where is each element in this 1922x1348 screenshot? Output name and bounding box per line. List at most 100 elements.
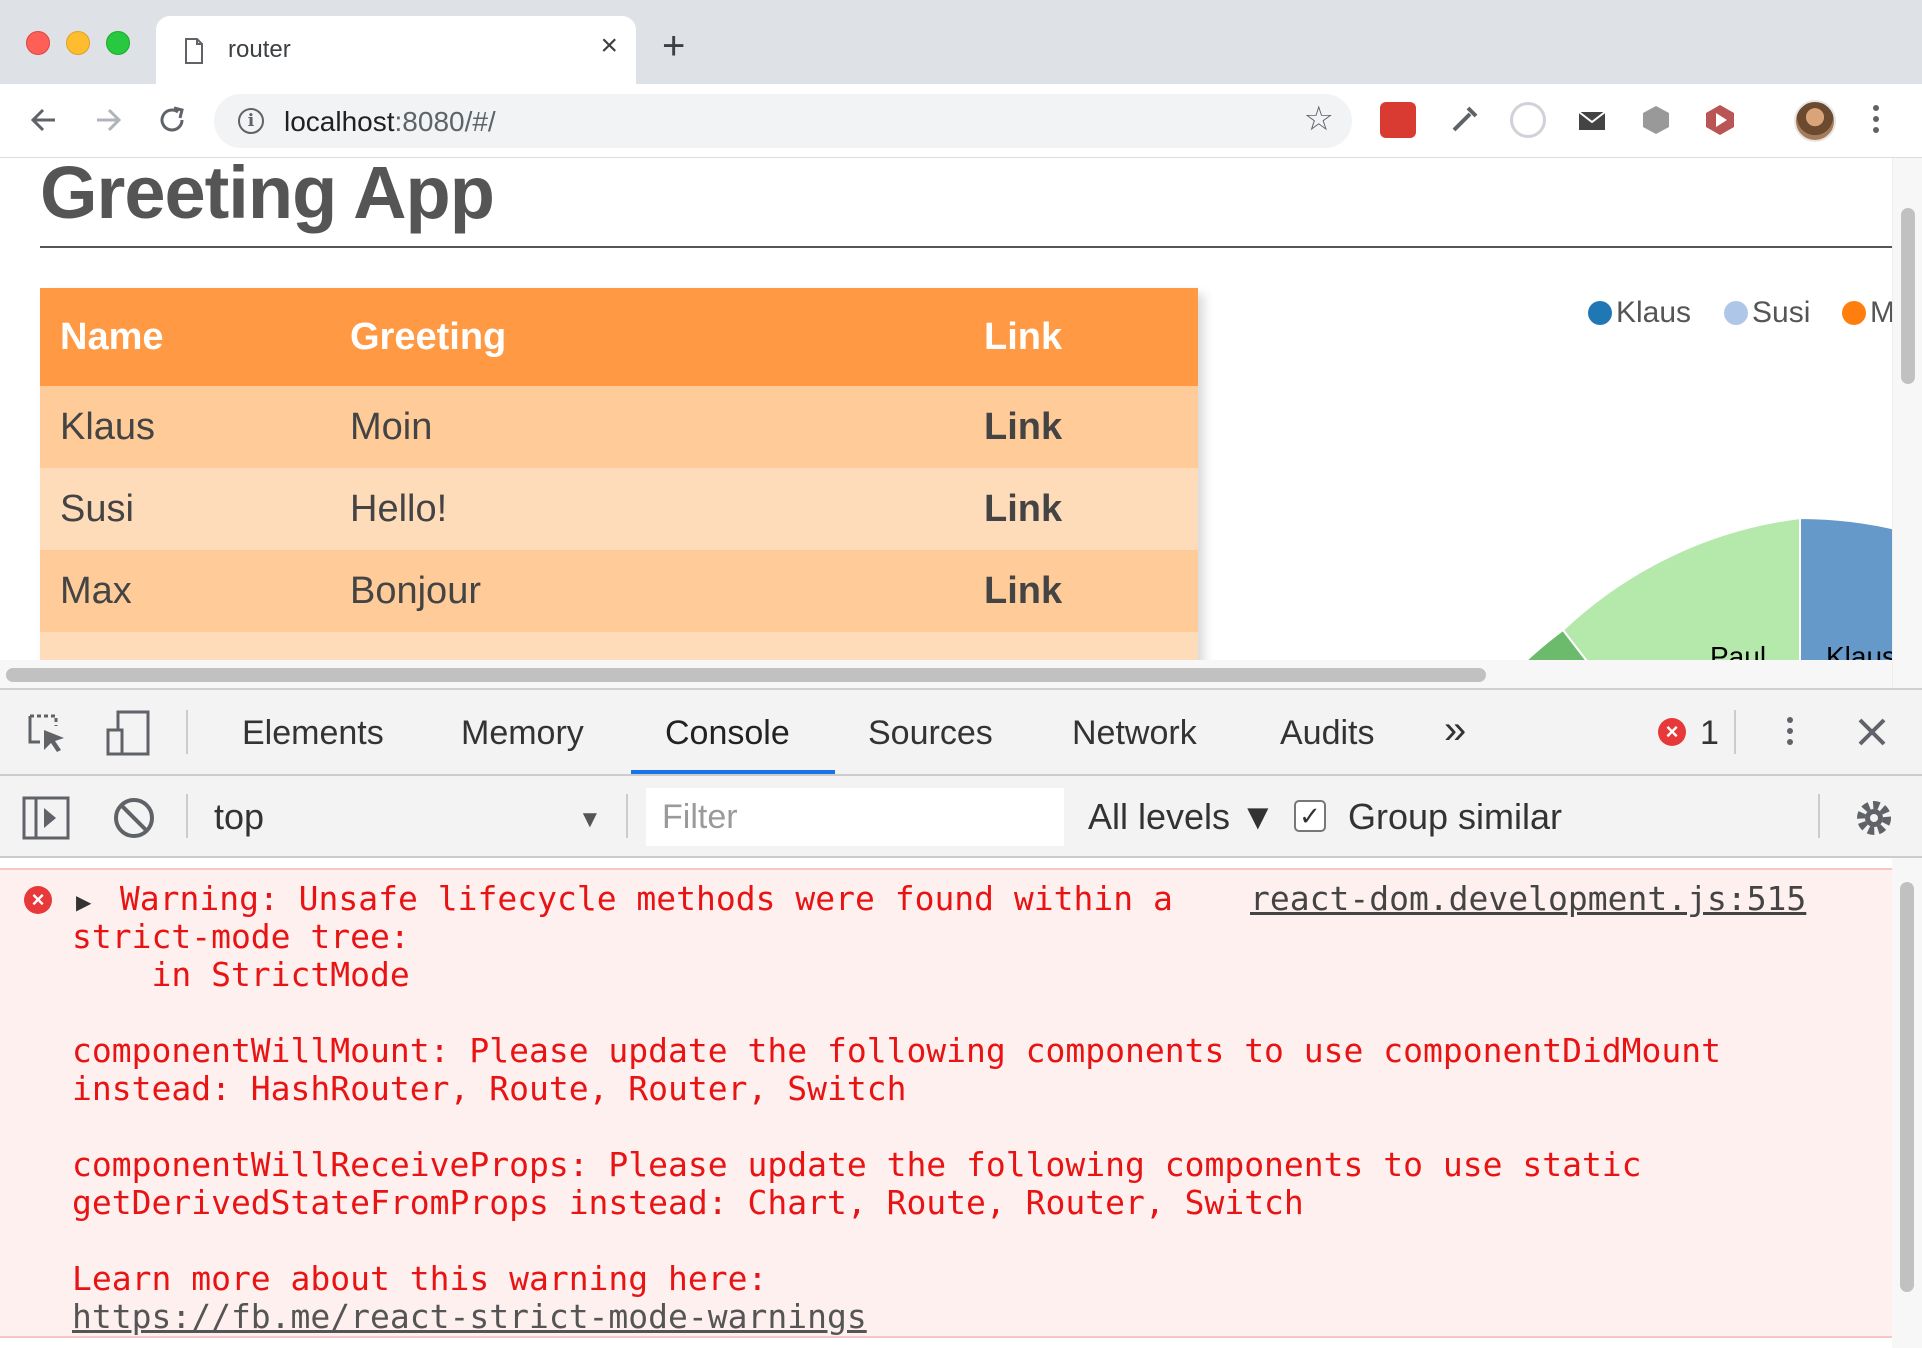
message-line: strict-mode tree: (72, 917, 410, 956)
profile-avatar[interactable] (1794, 100, 1836, 142)
legend-swatch (1724, 301, 1748, 325)
target-extension-icon[interactable] (1510, 102, 1546, 138)
console-output: × ▶ Warning: Unsafe lifecycle methods we… (0, 858, 1892, 1348)
cell-greeting: Hello! (330, 468, 964, 550)
separator (186, 710, 188, 754)
browser-toolbar: i localhost:8080/#/ ☆ (0, 84, 1922, 158)
devtools-tab-bar: Elements Memory Console Sources Network … (0, 690, 1922, 776)
close-window-button[interactable] (26, 31, 50, 55)
document-icon (185, 38, 203, 64)
devtools-menu-icon[interactable] (1778, 712, 1802, 752)
row-link[interactable]: Link (964, 468, 1198, 550)
active-tab-indicator (631, 770, 835, 774)
clear-console-icon[interactable] (112, 796, 156, 845)
error-message-text: Warning: Unsafe lifecycle methods were f… (72, 880, 1792, 1336)
chevron-down-icon[interactable]: ▼ (578, 806, 602, 834)
message-line: componentWillMount: Please update the fo… (72, 1031, 1722, 1070)
react-devtools-extension-icon[interactable] (1380, 102, 1416, 138)
table-row: Susi Hello! Link (40, 468, 1198, 550)
info-icon[interactable]: i (238, 108, 264, 134)
message-line: in StrictMode (72, 955, 410, 994)
console-vertical-scrollbar[interactable] (1892, 858, 1922, 1348)
message-line: instead: HashRouter, Route, Router, Swit… (72, 1069, 907, 1108)
chrome-menu-icon[interactable] (1864, 100, 1888, 140)
separator (186, 794, 188, 838)
group-similar-label: Group similar (1348, 796, 1563, 837)
scrollbar-thumb[interactable] (1900, 882, 1914, 1292)
address-bar[interactable]: i localhost:8080/#/ ☆ (214, 94, 1352, 148)
cell-name: Max (40, 550, 330, 632)
new-tab-button[interactable]: + (662, 26, 685, 66)
forward-arrow-icon[interactable] (88, 100, 128, 140)
row-link[interactable]: Link (964, 386, 1198, 468)
back-arrow-icon[interactable] (24, 100, 64, 140)
table-row: Klaus Moin Link (40, 386, 1198, 468)
error-icon[interactable]: × (1658, 718, 1686, 746)
table-row: Max Bonjour Link (40, 550, 1198, 632)
console-error-message: × ▶ Warning: Unsafe lifecycle methods we… (0, 868, 1892, 1338)
legend-label: Susi (1752, 296, 1811, 329)
browser-tab[interactable]: router × (156, 16, 636, 84)
tab-memory[interactable]: Memory (461, 714, 584, 753)
legend-label: Klaus (1616, 296, 1692, 329)
devtools-panel: Elements Memory Console Sources Network … (0, 688, 1922, 1348)
greeting-table: Name Greeting Link Klaus Moin Link Susi … (40, 288, 1198, 688)
pie-chart: Paul Klaus Al (1498, 516, 1900, 688)
tab-console[interactable]: Console (665, 714, 790, 753)
url-text: localhost:8080/#/ (284, 106, 496, 137)
close-devtools-icon[interactable] (1854, 714, 1890, 755)
cell-name: Susi (40, 468, 330, 550)
tab-sources[interactable]: Sources (868, 714, 993, 753)
browser-tab-strip: router × + (0, 0, 1922, 84)
settings-gear-icon[interactable] (1852, 796, 1896, 845)
more-tabs-icon[interactable]: » (1444, 708, 1466, 753)
message-line: componentWillReceiveProps: Please update… (72, 1145, 1642, 1184)
title-divider (40, 246, 1892, 248)
separator (626, 794, 628, 838)
mail-extension-icon[interactable] (1574, 102, 1610, 138)
separator (1734, 710, 1736, 754)
legend-item[interactable]: Susi (1724, 296, 1810, 330)
legend-item[interactable]: M (1842, 296, 1895, 330)
source-file-link[interactable]: react-dom.development.js:515 (1250, 880, 1806, 918)
close-tab-icon[interactable]: × (600, 31, 618, 61)
row-link[interactable]: Link (964, 550, 1198, 632)
scrollbar-thumb[interactable] (6, 668, 1486, 682)
context-select[interactable]: top (214, 796, 264, 838)
legend-swatch (1588, 301, 1612, 325)
error-count[interactable]: 1 (1700, 714, 1719, 753)
message-line: Learn more about this warning here: (72, 1259, 768, 1298)
tab-network[interactable]: Network (1072, 714, 1197, 753)
sidebar-toggle-icon[interactable] (22, 796, 70, 845)
device-toolbar-icon[interactable] (104, 710, 152, 761)
console-toolbar: top ▼ All levels ▼ ✓ Group similar (0, 776, 1922, 858)
separator (1818, 794, 1820, 838)
warning-docs-link[interactable]: https://fb.me/react-strict-mode-warnings (72, 1297, 867, 1336)
tab-audits[interactable]: Audits (1280, 714, 1375, 753)
minimize-window-button[interactable] (66, 31, 90, 55)
cube-extension-icon[interactable] (1638, 102, 1674, 138)
inspect-element-icon[interactable] (26, 712, 68, 759)
scrollbar-thumb[interactable] (1901, 208, 1915, 384)
eyedropper-extension-icon[interactable] (1446, 102, 1482, 138)
legend-swatch (1842, 301, 1866, 325)
play-extension-icon[interactable] (1702, 102, 1738, 138)
console-filter-input[interactable] (646, 788, 1064, 846)
error-icon: × (24, 886, 52, 914)
maximize-window-button[interactable] (106, 31, 130, 55)
bookmark-star-icon[interactable]: ☆ (1304, 102, 1334, 136)
page-horizontal-scrollbar[interactable] (0, 660, 1892, 688)
log-levels-dropdown[interactable]: All levels ▼ (1088, 796, 1276, 838)
tab-title: router (228, 36, 291, 63)
group-similar-checkbox[interactable]: ✓ (1294, 800, 1326, 832)
legend-item[interactable]: Klaus (1588, 296, 1691, 330)
message-line: getDerivedStateFromProps instead: Chart,… (72, 1183, 1304, 1222)
page-viewport: Greeting App Name Greeting Link Klaus Mo… (0, 158, 1922, 688)
page-title: Greeting App (40, 158, 495, 234)
tab-elements[interactable]: Elements (242, 714, 384, 753)
cell-greeting: Bonjour (330, 550, 964, 632)
reload-icon[interactable] (152, 100, 192, 140)
cell-greeting: Moin (330, 386, 964, 468)
page-vertical-scrollbar[interactable] (1892, 158, 1922, 688)
message-line: Warning: Unsafe lifecycle methods were f… (100, 879, 1173, 918)
